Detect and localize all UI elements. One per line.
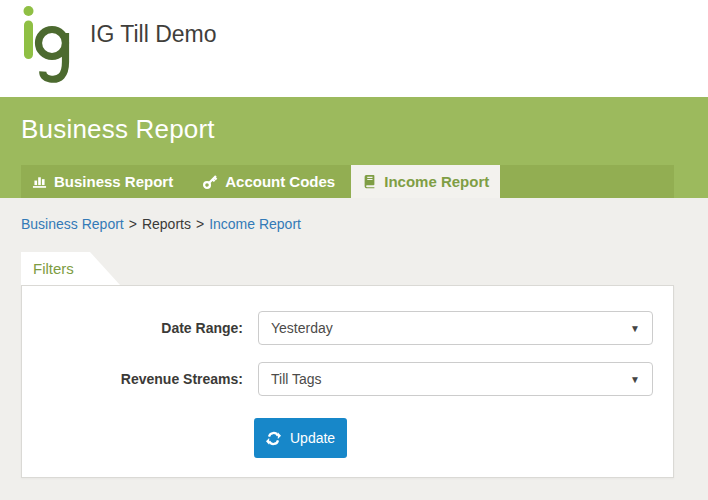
filters-panel: Date Range: Yesterday ▼ Revenue Streams:…: [21, 285, 674, 478]
filters-panel-tab: Filters: [21, 252, 120, 285]
breadcrumb-business-report[interactable]: Business Report: [21, 216, 124, 232]
breadcrumb-separator: >: [129, 216, 137, 232]
chevron-down-icon: ▼: [630, 323, 640, 334]
breadcrumb-separator: >: [196, 216, 204, 232]
app-title: IG Till Demo: [90, 21, 217, 48]
filters-title: Filters: [33, 260, 74, 277]
tab-label: Account Codes: [225, 173, 335, 190]
revenue-streams-label: Revenue Streams:: [36, 371, 258, 387]
breadcrumb: Business Report > Reports > Income Report: [21, 216, 708, 232]
tab-bar: Business Report Account Codes Income Rep…: [21, 165, 674, 198]
revenue-streams-value: Till Tags: [271, 371, 322, 387]
app-header: IG Till Demo: [0, 0, 708, 97]
tab-business-report[interactable]: Business Report: [21, 165, 184, 198]
tab-account-codes[interactable]: Account Codes: [192, 165, 346, 198]
breadcrumb-income-report[interactable]: Income Report: [209, 216, 301, 232]
tab-label: Income Report: [384, 173, 489, 190]
tab-income-report[interactable]: Income Report: [351, 165, 500, 198]
chevron-down-icon: ▼: [630, 374, 640, 385]
breadcrumb-reports: Reports: [142, 216, 191, 232]
revenue-streams-select[interactable]: Till Tags ▼: [258, 362, 653, 396]
form-row-date-range: Date Range: Yesterday ▼: [36, 311, 653, 345]
date-range-value: Yesterday: [271, 320, 333, 336]
form-row-revenue-streams: Revenue Streams: Till Tags ▼: [36, 362, 653, 396]
date-range-select[interactable]: Yesterday ▼: [258, 311, 653, 345]
tab-label: Business Report: [54, 173, 173, 190]
key-icon: [203, 174, 218, 189]
date-range-label: Date Range:: [36, 320, 258, 336]
button-row: Update: [254, 418, 653, 458]
bar-chart-icon: [32, 174, 47, 189]
page-title: Business Report: [21, 111, 708, 147]
ig-logo: [16, 4, 74, 86]
update-label: Update: [290, 430, 335, 446]
update-button[interactable]: Update: [254, 418, 347, 458]
refresh-icon: [266, 431, 281, 446]
book-icon: [362, 174, 377, 189]
page-band: Business Report Business Report Account …: [0, 97, 708, 198]
